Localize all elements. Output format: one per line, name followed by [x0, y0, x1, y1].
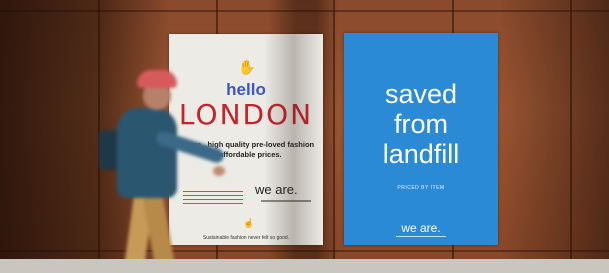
jacket [117, 108, 177, 198]
pointing-hand-icon: ☝ [243, 218, 255, 228]
street-scene: ✋ hello LONDON we are...high quality pre… [0, 0, 609, 273]
walking-person [95, 70, 226, 273]
blue-poster: saved from landfill PRICED BY ITEM we ar… [344, 33, 498, 245]
poster-brand-rule [396, 236, 446, 237]
hand [213, 166, 225, 176]
poster-brand: we are. [401, 221, 441, 235]
pavement [0, 259, 609, 273]
shadow [500, 0, 609, 273]
hand-heart-icon: ✋ [238, 59, 256, 75]
poster-title-line: from [394, 109, 448, 139]
poster-title-line: landfill [382, 139, 460, 169]
poster-subtitle: PRICED BY ITEM [397, 185, 445, 191]
poster-title-line: saved [384, 79, 458, 109]
poster-shadow [264, 34, 323, 245]
poster-title: saved from landfill [344, 79, 498, 169]
red-cap [137, 70, 177, 88]
